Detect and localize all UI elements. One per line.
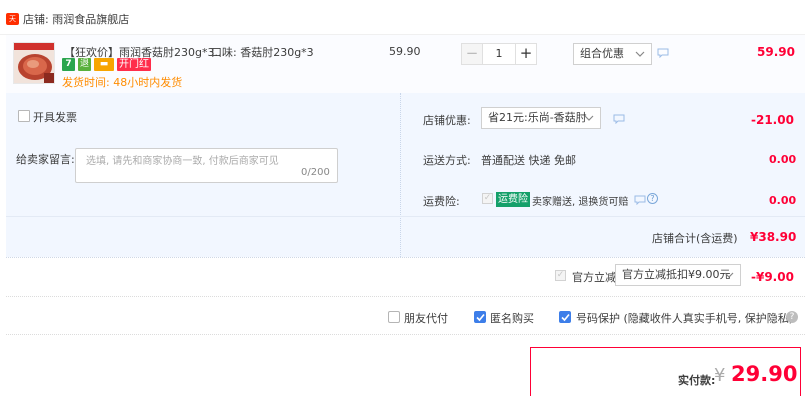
seven-day-return-icon: 7 [62, 58, 75, 71]
shipping-insurance-amount: 0.00 [769, 194, 797, 207]
invoice-checkbox[interactable] [18, 110, 30, 122]
delivery-method-value: 普通配送 快递 免邮 [481, 154, 576, 167]
invoice-label[interactable]: 开具发票 [33, 109, 77, 125]
official-discount-select[interactable]: 官方立减抵扣¥9.00元 [615, 264, 741, 286]
item-total-price: 59.90 [757, 45, 795, 59]
credit-card-icon: ▬ [94, 58, 114, 71]
checkmark-icon [476, 313, 485, 322]
currency-symbol: ¥ [714, 365, 726, 386]
shop-discount-label: 店铺优惠: [423, 114, 471, 127]
shop-discount-select[interactable]: 省21元:乐尚-香菇肘 [481, 107, 601, 129]
shop-name-label[interactable]: 店铺: 雨润食品旗舰店 [23, 11, 129, 27]
quantity-increase-button[interactable]: + [515, 43, 537, 65]
shipping-insurance-checkbox: ✓ [482, 193, 493, 204]
combo-select-value: 组合优惠 [580, 47, 624, 60]
friend-pay-checkbox[interactable] [388, 311, 400, 323]
checkmark-icon [561, 313, 570, 322]
shipping-insurance-tag: 运费险 [496, 192, 530, 207]
shop-discount-amount: -21.00 [751, 113, 794, 127]
official-discount-checkbox: ✓ [555, 270, 566, 281]
shipping-insurance-text: 卖家赠送, 退换货可赔 [532, 197, 629, 208]
actual-payment-label: 实付款: [678, 374, 716, 387]
hongbao-badge: 开门红 [117, 58, 151, 71]
quantity-input[interactable]: 1 [482, 43, 516, 65]
number-protection-label[interactable]: 号码保护 (隐藏收件人真实手机号, 保护隐私) [576, 310, 793, 326]
product-spec: 口味: 香菇肘230g*3 [211, 46, 314, 59]
anonymous-purchase-checkbox[interactable] [474, 311, 486, 323]
shipping-insurance-label: 运费险: [423, 195, 460, 208]
help-icon[interactable]: ? [647, 193, 658, 204]
chevron-down-icon [584, 115, 594, 121]
shop-discount-value: 省21元:乐尚-香菇肘 [488, 111, 587, 124]
section-divider [6, 296, 805, 297]
product-image-icon [14, 43, 54, 83]
help-icon[interactable]: ? [786, 311, 798, 323]
unit-price: 59.90 [389, 45, 421, 58]
chevron-down-icon [724, 272, 734, 278]
shop-tmall-icon: 天猫 [6, 13, 19, 35]
official-discount-label: 官方立减 [572, 271, 616, 284]
section-divider [6, 334, 805, 335]
delivery-fee-amount: 0.00 [769, 153, 797, 166]
section-divider [6, 257, 805, 258]
combo-discount-select[interactable]: 组合优惠 [573, 43, 652, 65]
guarantee-icon: 退 [78, 58, 91, 71]
chat-bubble-icon[interactable] [657, 48, 669, 58]
official-discount-value: 官方立减抵扣¥9.00元 [622, 268, 731, 281]
shop-total-amount: ¥38.90 [750, 230, 797, 244]
chevron-down-icon [635, 51, 645, 57]
ship-time-text: 发货时间: 48小时内发货 [62, 76, 183, 89]
friend-pay-label[interactable]: 朋友代付 [404, 310, 448, 326]
seller-message-label: 给卖家留言: [16, 153, 75, 166]
seller-message-placeholder: 选填, 请先和商家协商一致, 付款后商家可见 [86, 156, 279, 167]
shop-total-label: 店铺合计(含运费) [652, 232, 738, 245]
official-discount-amount: -¥9.00 [751, 270, 794, 284]
anonymous-purchase-label[interactable]: 匿名购买 [490, 310, 534, 326]
chat-bubble-icon[interactable] [634, 195, 646, 205]
quantity-decrease-button[interactable]: − [461, 43, 483, 65]
delivery-method-label: 运送方式: [423, 154, 471, 167]
actual-payment-amount: 29.90 [731, 362, 798, 386]
product-thumbnail[interactable] [13, 42, 55, 84]
panel-divider [6, 216, 805, 217]
number-protection-checkbox[interactable] [559, 311, 571, 323]
chat-bubble-icon[interactable] [613, 114, 625, 124]
message-char-count: 0/200 [301, 167, 330, 178]
